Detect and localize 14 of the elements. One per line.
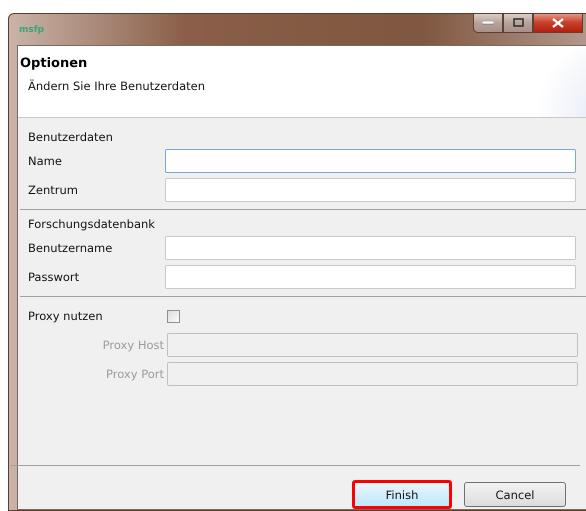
page-title: Optionen: [20, 56, 88, 71]
cancel-button[interactable]: Cancel: [464, 482, 566, 507]
section-title: Benutzerdaten: [28, 130, 114, 144]
field-label: Proxy Port: [105, 367, 165, 381]
app-logo: msfp: [19, 24, 44, 34]
section-title: Forschungsdatenbank: [28, 217, 156, 231]
field-label: Zentrum: [28, 183, 79, 197]
field-label: Benutzername: [28, 241, 114, 255]
field-label: Proxy nutzen: [28, 309, 104, 323]
field-label: Passwort: [28, 270, 80, 284]
field-label: Name: [28, 154, 63, 168]
finish-button[interactable]: Finish: [352, 480, 452, 509]
field-label: Proxy Host: [102, 338, 165, 352]
page-subtitle: Ändern Sie Ihre Benutzerdaten: [28, 79, 206, 93]
